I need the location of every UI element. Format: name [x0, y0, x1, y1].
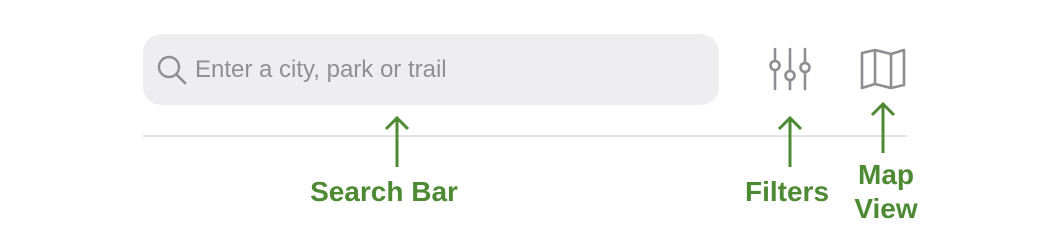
search-icon: [157, 55, 187, 85]
filters-icon[interactable]: [768, 46, 812, 92]
map-view-annotation-line2: View: [854, 193, 918, 224]
search-bar-annotation: Search Bar: [310, 176, 458, 207]
filters-annotation: Filters: [744, 176, 830, 207]
search-bar-arrow: [384, 115, 410, 167]
search-bar[interactable]: Enter a city, park or trail: [143, 34, 719, 105]
map-view-icon[interactable]: [859, 48, 907, 90]
map-view-annotation-line1: Map: [858, 159, 914, 190]
filters-arrow: [777, 115, 803, 167]
map-view-annotation: Map View: [836, 158, 936, 226]
search-input[interactable]: Enter a city, park or trail: [195, 34, 447, 105]
map-view-arrow: [870, 101, 896, 153]
